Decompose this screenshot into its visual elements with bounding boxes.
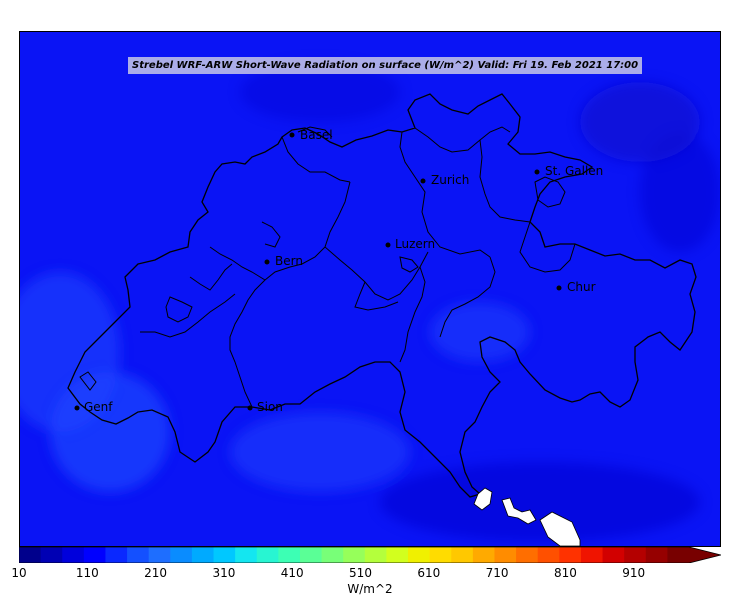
colorbar-cell: [213, 547, 236, 563]
colorbar-tick-label: 310: [212, 566, 236, 580]
map-canvas: Basel Zurich St. Gallen Luzern Bern Chur: [20, 32, 720, 546]
colorbar-cell: [516, 547, 539, 563]
colorbar-tick-label: 10: [11, 566, 27, 580]
colorbar-cell: [537, 547, 560, 563]
colorbar-cell: [299, 547, 323, 563]
colorbar-cell: [451, 547, 474, 563]
colorbar-cell: [62, 547, 85, 563]
colorbar-cell: [321, 547, 344, 563]
colorbar-cell: [148, 547, 171, 563]
colorbar-cell: [170, 547, 193, 563]
colorbar-cell: [278, 547, 301, 563]
svg-text:St. Gallen: St. Gallen: [545, 164, 603, 178]
svg-text:Genf: Genf: [84, 400, 113, 414]
colorbar-tick-label: 510: [349, 566, 372, 580]
colorbar-cell: [624, 547, 647, 563]
colorbar-extend-arrow: [689, 547, 721, 563]
colorbar: [19, 547, 721, 563]
svg-text:Luzern: Luzern: [395, 237, 435, 251]
colorbar-cell: [127, 547, 150, 563]
colorbar-cell: [19, 547, 42, 563]
colorbar-cell: [645, 547, 668, 563]
svg-text:Sion: Sion: [257, 400, 283, 414]
colorbar-cell: [559, 547, 582, 563]
map-title: Strebel WRF-ARW Short-Wave Radiation on …: [128, 57, 643, 74]
colorbar-tick-label: 910: [622, 566, 646, 580]
colorbar-cell: [386, 547, 409, 563]
colorbar-cell: [494, 547, 517, 563]
colorbar-cell: [191, 547, 215, 563]
colorbar-cell: [105, 547, 128, 563]
colorbar-cell: [667, 547, 690, 563]
colorbar-tick-label: 410: [280, 566, 304, 580]
svg-text:Bern: Bern: [275, 254, 303, 268]
colorbar-tick-label: 810: [553, 566, 577, 580]
city-st-gallen: St. Gallen: [534, 164, 603, 178]
colorbar-cell: [602, 547, 625, 563]
colorbar-cell: [83, 547, 106, 563]
colorbar-cell: [429, 547, 452, 563]
colorbar-tick-label: 210: [144, 566, 168, 580]
colorbar-tick-label: 610: [417, 566, 441, 580]
colorbar-cell: [472, 547, 495, 563]
svg-text:Zurich: Zurich: [431, 173, 469, 187]
colorbar-cell: [256, 547, 279, 563]
colorbar-cell: [408, 547, 431, 563]
radiation-map: Basel Zurich St. Gallen Luzern Bern Chur: [19, 31, 721, 547]
colorbar-cell: [235, 547, 258, 563]
colorbar-tick-label: 110: [75, 566, 99, 580]
colorbar-cell: [580, 547, 604, 563]
colorbar-tick-label: 710: [485, 566, 509, 580]
svg-text:Basel: Basel: [300, 128, 333, 142]
colorbar-cell: [343, 547, 366, 563]
colorbar-cell: [364, 547, 387, 563]
colorbar-cell: [40, 547, 63, 563]
svg-text:Chur: Chur: [567, 280, 596, 294]
colorbar-unit-label: W/m^2: [347, 582, 393, 596]
